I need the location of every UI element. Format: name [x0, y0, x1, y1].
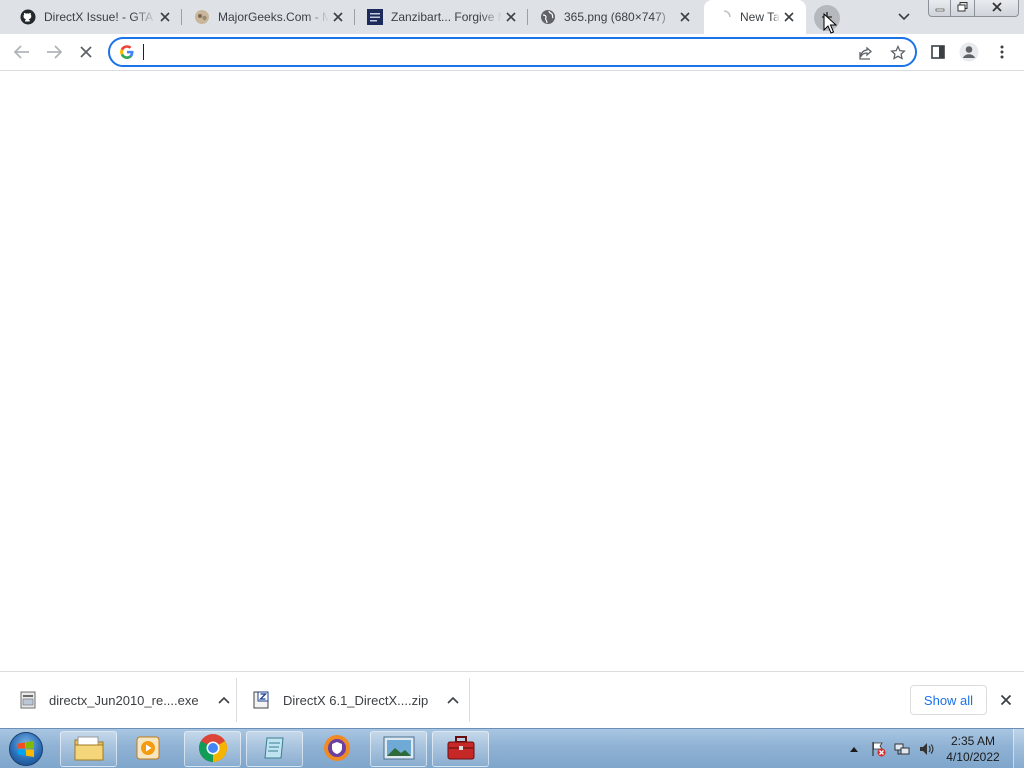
restore-button[interactable] — [951, 0, 975, 17]
chevron-up-icon[interactable] — [442, 689, 464, 711]
show-hidden-icons-icon[interactable] — [842, 729, 866, 769]
page-content — [0, 71, 1024, 671]
tab-365-png[interactable]: 365.png (680×747) — [528, 0, 702, 34]
network-icon[interactable] — [890, 729, 914, 769]
chevron-up-icon[interactable] — [213, 689, 235, 711]
browser-toolbar — [0, 34, 1024, 71]
kebab-menu-icon — [1000, 45, 1004, 62]
profile-button[interactable] — [955, 39, 983, 67]
forward-button[interactable] — [40, 39, 68, 67]
tab-title: DirectX Issue! - GTA — [44, 10, 154, 24]
close-icon[interactable] — [329, 8, 347, 26]
tab-directx-issue[interactable]: DirectX Issue! - GTA — [8, 0, 182, 34]
taskbar-app-image-viewer[interactable] — [370, 731, 427, 767]
omnibox-input[interactable] — [145, 42, 845, 62]
download-item[interactable]: DirectX 6.1_DirectX....zip — [234, 678, 469, 722]
arrow-left-icon — [13, 44, 30, 62]
majorgeeks-icon — [194, 9, 210, 25]
loading-spinner-icon — [716, 9, 732, 25]
share-icon[interactable] — [855, 42, 877, 64]
side-panel-icon — [931, 44, 945, 62]
address-bar[interactable] — [108, 37, 917, 67]
close-icon[interactable] — [156, 8, 174, 26]
zanzibart-icon — [367, 9, 383, 25]
media-player-icon — [134, 734, 162, 765]
close-icon[interactable] — [996, 690, 1016, 710]
taskbar-app-media-player[interactable] — [119, 731, 176, 767]
window-close-button[interactable] — [975, 0, 1019, 17]
tab-zanzibart[interactable]: Zanzibart... Forgive M — [355, 0, 528, 34]
show-desktop-button[interactable] — [1013, 729, 1024, 769]
system-tray — [842, 729, 938, 769]
zip-file-icon — [252, 690, 272, 710]
minimize-icon — [935, 1, 945, 15]
plus-icon — [821, 11, 833, 26]
chrome-menu-button[interactable] — [988, 39, 1016, 67]
tab-majorgeeks[interactable]: MajorGeeks.Com - M — [182, 0, 355, 34]
show-all-button[interactable]: Show all — [910, 685, 987, 715]
close-icon[interactable] — [780, 8, 798, 26]
stop-button[interactable] — [72, 39, 100, 67]
close-icon[interactable] — [502, 8, 520, 26]
star-icon[interactable] — [887, 42, 909, 64]
clock-date: 4/10/2022 — [946, 750, 1000, 764]
download-item[interactable]: directx_Jun2010_re....exe — [0, 678, 236, 722]
tab-search-button[interactable] — [894, 8, 914, 26]
tab-new-tab[interactable]: New Tab — [704, 0, 806, 34]
globe-icon — [540, 9, 556, 25]
action-center-flag-icon[interactable] — [866, 729, 890, 769]
start-button[interactable] — [6, 730, 46, 768]
restore-icon — [957, 1, 969, 15]
file-explorer-icon — [73, 734, 105, 765]
stop-x-icon — [79, 45, 93, 62]
chrome-icon — [198, 733, 228, 766]
profile-icon — [959, 42, 979, 65]
side-panel-button[interactable] — [924, 39, 952, 67]
taskbar-app-notepad[interactable] — [246, 731, 303, 767]
chevron-down-icon — [898, 10, 910, 24]
toolbox-icon — [446, 735, 476, 764]
download-filename: directx_Jun2010_re....exe — [49, 692, 199, 708]
tab-title: MajorGeeks.Com - M — [218, 10, 329, 24]
volume-icon[interactable] — [914, 729, 938, 769]
text-caret — [143, 44, 144, 60]
tab-title: New Tab — [740, 10, 780, 24]
minimize-button[interactable] — [928, 0, 951, 17]
taskbar-app-toolbox[interactable] — [432, 731, 489, 767]
new-tab-button[interactable] — [814, 5, 840, 31]
tab-title: 365.png (680×747) — [564, 10, 666, 24]
close-icon — [991, 1, 1003, 15]
vpn-shield-icon — [322, 733, 352, 766]
download-separator — [469, 678, 470, 722]
tab-strip: DirectX Issue! - GTA MajorGeeks.Com - M … — [0, 0, 1024, 34]
close-icon[interactable] — [676, 8, 694, 26]
github-icon — [20, 9, 36, 25]
exe-file-icon — [18, 690, 38, 710]
taskbar-app-file-explorer[interactable] — [60, 731, 117, 767]
back-button[interactable] — [8, 39, 36, 67]
clock-time: 2:35 AM — [950, 734, 996, 748]
system-clock[interactable]: 2:35 AM 4/10/2022 — [936, 733, 1010, 765]
windows-taskbar: 2:35 AM 4/10/2022 — [0, 728, 1024, 769]
tab-title: Zanzibart... Forgive M — [391, 10, 502, 24]
taskbar-app-chrome[interactable] — [184, 731, 241, 767]
google-g-icon — [119, 44, 135, 60]
notepad-icon — [261, 734, 289, 765]
taskbar-app-vpn[interactable] — [308, 731, 365, 767]
download-bar: directx_Jun2010_re....exe DirectX 6.1_Di… — [0, 671, 1024, 728]
windows-start-orb-icon — [9, 732, 43, 766]
image-viewer-icon — [383, 736, 415, 763]
download-filename: DirectX 6.1_DirectX....zip — [283, 692, 429, 708]
arrow-right-icon — [46, 44, 63, 62]
